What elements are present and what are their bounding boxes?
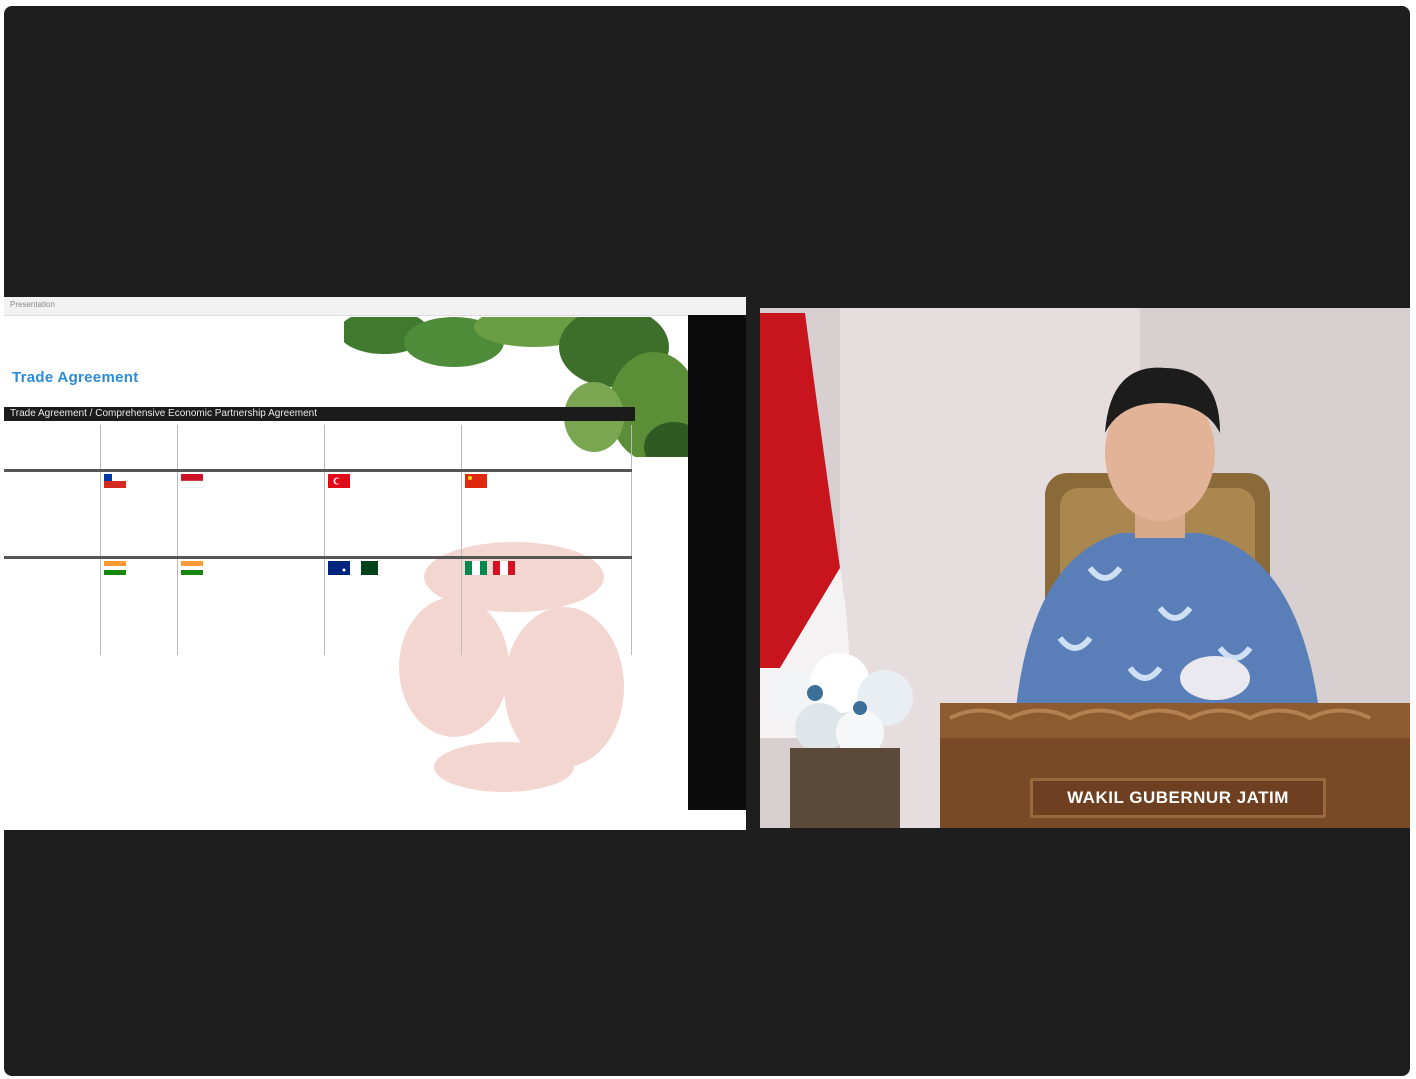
nigeria-flag-icon	[465, 561, 487, 575]
china-flag-icon	[465, 474, 487, 488]
speaker-video[interactable]: WAKIL GUBERNUR JATIM	[760, 308, 1410, 828]
pakistan-flag-icon	[355, 561, 378, 575]
table-row	[4, 494, 632, 534]
slide-side-bar	[688, 315, 746, 810]
table-row	[4, 534, 632, 558]
table-row	[4, 556, 632, 581]
table-row	[4, 447, 632, 471]
slide-toolbar: Presentation	[4, 297, 746, 316]
peru-flag-icon	[492, 561, 515, 575]
table-row	[4, 425, 632, 447]
india-flag-icon	[104, 561, 126, 575]
turkey-flag-icon	[328, 474, 350, 488]
australia-flag-icon	[328, 561, 350, 575]
india-flag-icon	[181, 561, 203, 575]
table-row	[4, 633, 632, 655]
indonesia-flag-icon	[181, 474, 203, 488]
slide-title: Trade Agreement	[12, 369, 139, 386]
meeting-window: Presentation Trade Agreement Trade Agree…	[4, 6, 1410, 1076]
speaker-scene	[760, 308, 1410, 828]
table-row	[4, 581, 632, 633]
trade-agreement-table	[4, 425, 632, 655]
chile-flag-icon	[104, 474, 126, 488]
shared-screen-panel[interactable]: Presentation Trade Agreement Trade Agree…	[4, 297, 746, 830]
slide-tab-hint: Presentation	[10, 300, 55, 309]
speaker-nameplate: WAKIL GUBERNUR JATIM	[1030, 778, 1326, 818]
table-row	[4, 469, 632, 494]
slide-header-bar: Trade Agreement / Comprehensive Economic…	[4, 407, 635, 421]
